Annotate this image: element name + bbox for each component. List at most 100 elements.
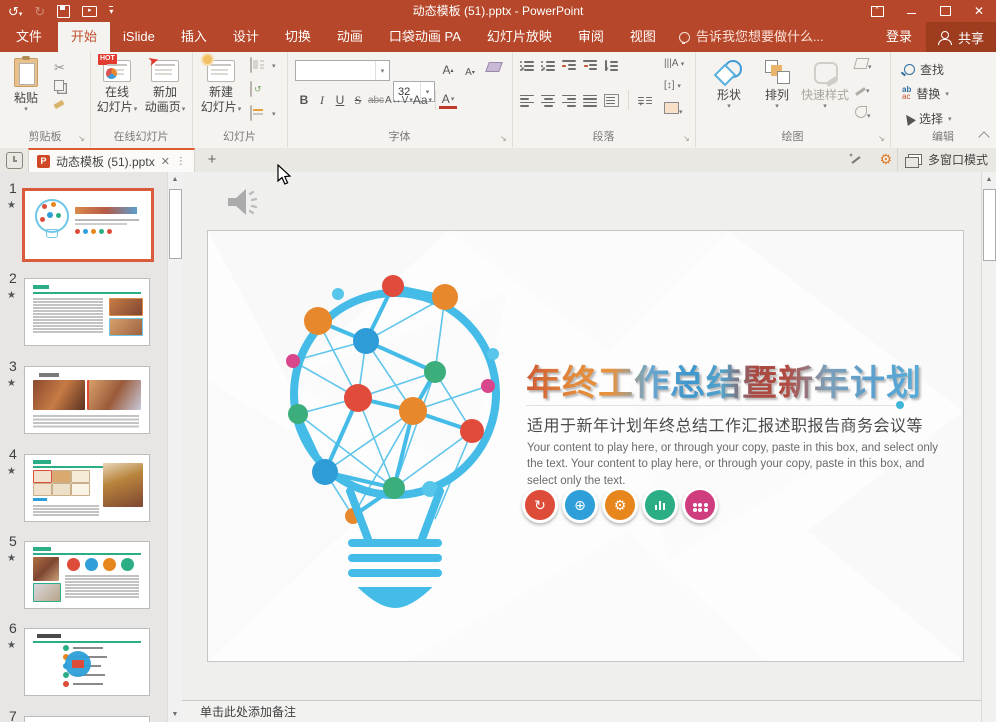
shadow-button[interactable]: abc [367, 90, 385, 110]
align-right-icon[interactable] [562, 95, 577, 106]
font-color-button[interactable]: A [439, 91, 457, 109]
clear-formatting-icon[interactable] [485, 62, 503, 72]
multi-window-mode-button[interactable]: 多窗口模式 [897, 148, 988, 171]
scroll-up-icon[interactable]: ▲ [168, 172, 182, 187]
line-spacing-icon[interactable] [604, 60, 619, 71]
gear-icon[interactable]: ⚙ [879, 151, 892, 167]
change-case-button[interactable]: Aa [413, 90, 432, 110]
copy-icon[interactable] [54, 80, 64, 91]
slide-subtitle[interactable]: 适用于新年计划年终总结工作汇报述职报告商务会议等 [527, 412, 923, 436]
maximize-button[interactable] [928, 0, 962, 22]
notes-pane[interactable]: 单击此处添加备注 [182, 700, 982, 722]
new-slide-button[interactable]: 新建 幻灯片 [198, 60, 244, 115]
replace-button[interactable]: abac 替换 ▾ [902, 84, 949, 103]
align-center-icon[interactable] [541, 95, 556, 106]
add-animation-page-button[interactable]: ➤ 新加 动画页 [142, 60, 188, 115]
increase-indent-icon[interactable] [583, 60, 598, 71]
quick-styles-button[interactable]: 快速样式 ▾ [799, 60, 851, 112]
scroll-up-icon[interactable]: ▲ [982, 172, 996, 187]
minimize-button[interactable] [894, 0, 928, 22]
tab-file[interactable]: 文件 [0, 22, 58, 52]
refresh-icon[interactable]: ↻ [522, 487, 558, 523]
reset-button[interactable]: ↺ [250, 82, 252, 96]
section-button[interactable]: ▾ [250, 106, 252, 120]
tab-design[interactable]: 设计 [220, 22, 272, 52]
tab-review[interactable]: 审阅 [565, 22, 617, 52]
bold-button[interactable]: B [295, 90, 313, 110]
tab-pocket-animation[interactable]: 口袋动画 PA [376, 22, 474, 52]
share-button[interactable]: 共享 [926, 22, 996, 52]
tab-islide[interactable]: iSlide [110, 22, 168, 52]
slide-thumbnail-2[interactable] [24, 278, 150, 346]
shape-fill-button[interactable]: ▾ [855, 58, 872, 72]
align-text-button[interactable]: [↕] ▾ [664, 80, 681, 91]
decrease-font-icon[interactable]: A▾ [461, 62, 479, 82]
strikethrough-button[interactable]: S [349, 90, 367, 110]
globe-icon[interactable]: ⊕ [562, 487, 598, 523]
smartart-button[interactable]: ▾ [664, 102, 683, 117]
slide-body-text[interactable]: Your content to play here, or through yo… [527, 440, 939, 489]
tab-home[interactable]: 开始 [58, 22, 110, 52]
character-spacing-button[interactable]: A↔V [385, 90, 413, 110]
numbering-icon[interactable] [541, 60, 556, 71]
tab-slideshow[interactable]: 幻灯片放映 [474, 22, 565, 52]
clipboard-dialog-launcher[interactable]: ↘ [78, 134, 87, 143]
magic-wand-icon[interactable] [848, 152, 864, 168]
paragraph-dialog-launcher[interactable]: ↘ [683, 134, 692, 143]
thumbnail-scrollbar[interactable]: ▲ ▼ [167, 172, 182, 722]
people-icon[interactable] [682, 487, 718, 523]
drawing-dialog-launcher[interactable]: ↘ [878, 134, 887, 143]
slide-thumbnail-7[interactable] [24, 716, 150, 722]
sign-in-button[interactable]: 登录 [872, 22, 926, 52]
document-tab[interactable]: P 动态模板 (51).pptx ✕ ⋮ [28, 148, 195, 173]
slide-thumbnail-5[interactable] [24, 541, 150, 609]
thumbnail-scrollbar-thumb[interactable] [169, 189, 182, 259]
cut-icon[interactable]: ✂ [54, 60, 65, 76]
bar-chart-icon[interactable] [642, 487, 678, 523]
scroll-down-icon[interactable]: ▼ [168, 707, 182, 722]
distribute-icon[interactable] [604, 94, 619, 107]
slide-thumbnail-4[interactable] [24, 454, 150, 522]
font-dialog-launcher[interactable]: ↘ [500, 134, 509, 143]
close-button[interactable]: ✕ [962, 0, 996, 22]
bullets-icon[interactable] [520, 60, 535, 71]
slide-canvas[interactable]: 年终工作总结暨新年计划 适用于新年计划年终总结工作汇报述职报告商务会议等 You… [182, 172, 982, 700]
new-tab-button[interactable]: + [202, 150, 222, 170]
align-left-icon[interactable] [520, 95, 535, 106]
shape-outline-button[interactable]: ▾ [855, 82, 870, 96]
underline-button[interactable]: U [331, 90, 349, 110]
paste-button[interactable]: 粘贴 ▾ [6, 58, 46, 115]
justify-icon[interactable] [583, 95, 598, 106]
arrange-button[interactable]: 排列 ▾ [757, 60, 797, 112]
tab-menu-icon[interactable]: ⋮ [176, 156, 186, 167]
decrease-indent-icon[interactable] [562, 60, 577, 71]
close-tab-icon[interactable]: ✕ [161, 155, 170, 168]
increase-font-icon[interactable]: A▴ [439, 60, 457, 80]
select-button[interactable]: 选择 ▾ [904, 109, 952, 128]
italic-button[interactable]: I [313, 90, 331, 110]
tab-insert[interactable]: 插入 [168, 22, 220, 52]
slide-thumbnail-3[interactable] [24, 366, 150, 434]
font-name-combo[interactable]: ▾ [295, 60, 390, 81]
columns-icon[interactable] [638, 95, 653, 106]
tab-animations[interactable]: 动画 [324, 22, 376, 52]
slide-thumbnail-1[interactable] [22, 188, 154, 262]
scrollbar-thumb[interactable] [983, 189, 996, 261]
online-slides-button[interactable]: HOT 在线 幻灯片 [94, 60, 140, 115]
slide-title[interactable]: 年终工作总结暨新年计划 [526, 355, 926, 406]
layout-button[interactable]: ▾ [250, 58, 252, 72]
slide-thumbnail-6[interactable] [24, 628, 150, 696]
tab-transitions[interactable]: 切换 [272, 22, 324, 52]
shape-effects-button[interactable]: ▾ [855, 106, 871, 121]
tab-view[interactable]: 视图 [617, 22, 669, 52]
slide-editing-area[interactable]: 年终工作总结暨新年计划 适用于新年计划年终总结工作汇报述职报告商务会议等 You… [207, 230, 964, 662]
shapes-button[interactable]: 形状 ▾ [709, 60, 749, 112]
format-painter-icon[interactable] [54, 102, 64, 107]
gears-icon[interactable]: ⚙ [602, 487, 638, 523]
find-button[interactable]: 查找 [904, 60, 944, 79]
text-direction-button[interactable]: |||A ▾ [664, 58, 684, 69]
recent-files-icon[interactable] [6, 152, 23, 169]
tell-me-box[interactable]: 告诉我您想要做什么... [679, 22, 824, 52]
vertical-scrollbar[interactable]: ▲ [981, 172, 996, 722]
ribbon-display-options-button[interactable]: ⌃ [860, 0, 894, 22]
